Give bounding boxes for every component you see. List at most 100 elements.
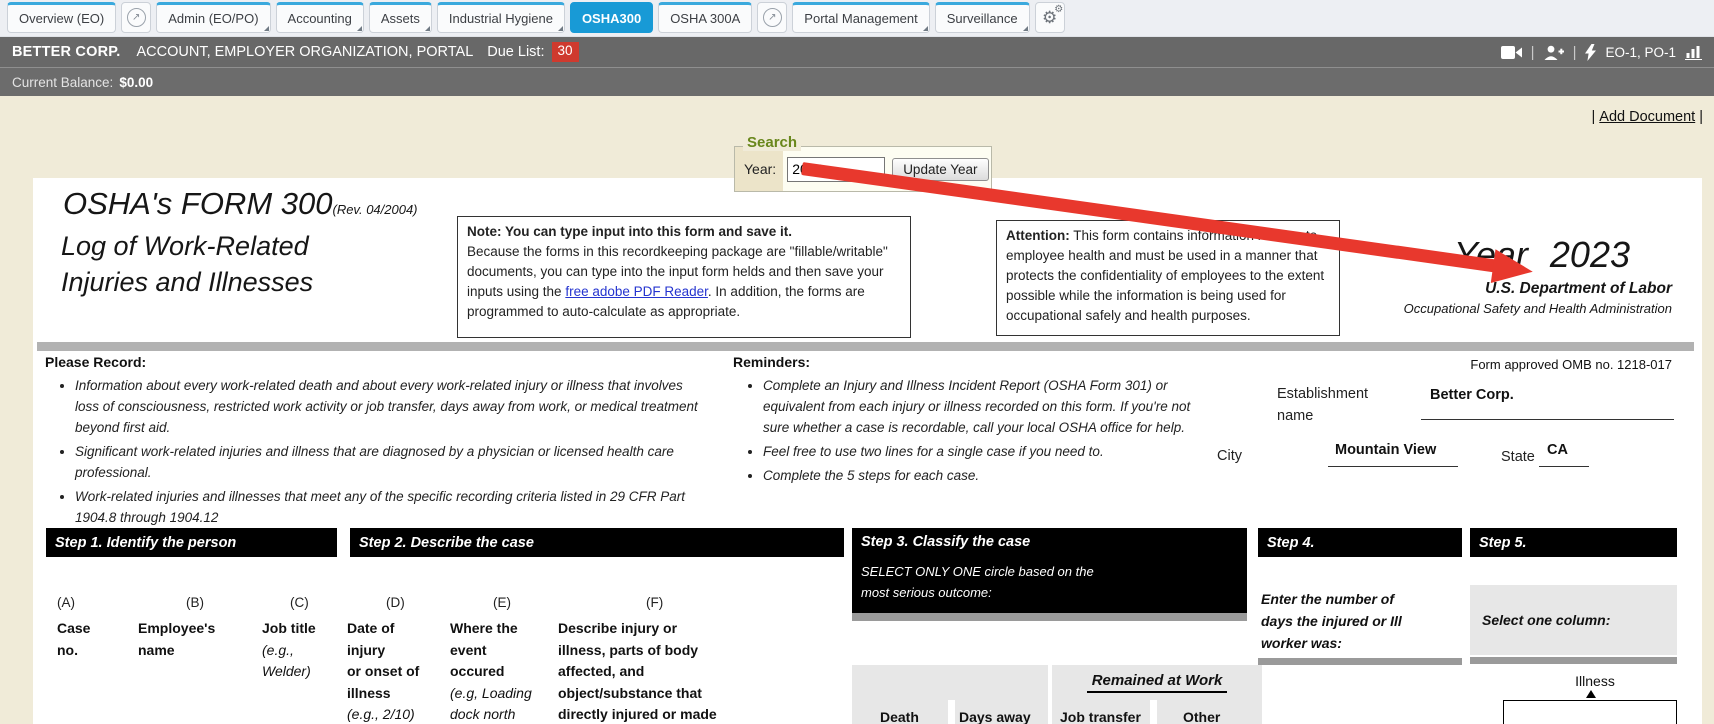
tab-label: Admin (EO/PO) bbox=[168, 11, 258, 26]
department-of-labor-text: U.S. Department of Labor bbox=[1252, 280, 1672, 298]
step1-header: Step 1. Identify the person bbox=[46, 528, 337, 557]
adobe-reader-link[interactable]: free adobe PDF Reader bbox=[565, 284, 708, 299]
reminders-section: Reminders: Complete an Injury and Illnes… bbox=[733, 354, 1205, 489]
please-record-section: Please Record: Information about every w… bbox=[45, 354, 707, 531]
establishment-name-underline bbox=[1421, 419, 1674, 420]
tab-assets[interactable]: Assets bbox=[369, 2, 432, 33]
list-item: Work-related injuries and illnesses that… bbox=[75, 486, 707, 528]
tab-overview-eo[interactable]: Overview (EO) bbox=[7, 2, 116, 33]
city-field[interactable]: Mountain View bbox=[1335, 442, 1436, 458]
section-divider-bar bbox=[37, 342, 1694, 351]
column-gap bbox=[948, 700, 955, 724]
gear-icon: ⚙⚙ bbox=[1042, 9, 1057, 26]
column-letter-b: (B) bbox=[186, 595, 204, 610]
classify-days-away-label: Days away bbox=[959, 709, 1031, 724]
city-label: City bbox=[1217, 448, 1242, 464]
tab-label: Industrial Hygiene bbox=[449, 11, 553, 26]
reminders-list: Complete an Injury and Illness Incident … bbox=[733, 375, 1205, 486]
year-field-label: Year: bbox=[735, 147, 783, 191]
add-person-icon[interactable] bbox=[1544, 45, 1564, 60]
overview-external-link-button[interactable]: ↗ bbox=[121, 2, 151, 33]
list-item: Complete the 5 steps for each case. bbox=[763, 465, 1205, 486]
form-subtitle: Log of Work-Related Injuries and Illness… bbox=[61, 228, 313, 300]
form-title: OSHA's FORM 300(Rev. 04/2004) bbox=[63, 186, 418, 222]
tab-accounting[interactable]: Accounting bbox=[276, 2, 364, 33]
external-link-icon: ↗ bbox=[763, 8, 782, 27]
illness-label: Illness bbox=[1535, 673, 1655, 689]
column-letter-f: (F) bbox=[646, 595, 663, 610]
column-date-of-injury: Date ofinjuryor onset ofillness(e.g., 2/… bbox=[347, 618, 419, 724]
note-body: Because the forms in this recordkeeping … bbox=[467, 242, 901, 322]
step3-header-box: Step 3. Classify the case SELECT ONLY ON… bbox=[852, 528, 1247, 613]
tab-osha-300a[interactable]: OSHA 300A bbox=[658, 2, 752, 33]
tab-osha300-active[interactable]: OSHA300 bbox=[570, 2, 653, 33]
column-letter-e: (E) bbox=[493, 595, 511, 610]
video-camera-icon[interactable] bbox=[1501, 46, 1522, 59]
step3-gray-band bbox=[852, 613, 1247, 621]
settings-button[interactable]: ⚙⚙ bbox=[1035, 2, 1065, 33]
column-job-title: Job title(e.g.,Welder) bbox=[262, 618, 316, 683]
lightning-bolt-icon[interactable] bbox=[1585, 44, 1596, 61]
add-document-link[interactable]: Add Document bbox=[1599, 109, 1695, 125]
column-where-event: Where theeventoccured(e.g, Loadingdock n… bbox=[450, 618, 532, 724]
column-describe-injury: Describe injury orillness, parts of body… bbox=[558, 618, 717, 724]
orgbar-toolbar: | | EO-1, PO-1 bbox=[1501, 44, 1702, 61]
list-item: Feel free to use two lines for a single … bbox=[763, 441, 1205, 462]
bar-chart-icon[interactable] bbox=[1685, 45, 1702, 60]
add-document-row: |Add Document| bbox=[1592, 109, 1703, 125]
please-record-heading: Please Record: bbox=[45, 354, 707, 370]
org-context: ACCOUNT, EMPLOYER ORGANIZATION, PORTAL bbox=[136, 44, 473, 60]
list-item: Complete an Injury and Illness Incident … bbox=[763, 375, 1205, 438]
attention-lead: Attention: bbox=[1006, 228, 1070, 243]
state-label: State bbox=[1501, 449, 1535, 465]
external-link-icon: ↗ bbox=[127, 8, 146, 27]
tab-label: OSHA300 bbox=[582, 11, 641, 26]
step4-header: Step 4. bbox=[1258, 528, 1462, 557]
classify-other-label: Other bbox=[1183, 709, 1220, 724]
classify-death-label: Death bbox=[880, 709, 919, 724]
company-name: BETTER CORP. bbox=[12, 44, 120, 60]
tab-industrial-hygiene[interactable]: Industrial Hygiene bbox=[437, 2, 565, 33]
state-field[interactable]: CA bbox=[1547, 442, 1568, 458]
triangle-up-icon bbox=[1586, 690, 1596, 698]
tab-admin-eo-po[interactable]: Admin (EO/PO) bbox=[156, 2, 270, 33]
due-list-count-badge[interactable]: 30 bbox=[552, 42, 579, 61]
tab-label: Portal Management bbox=[804, 11, 917, 26]
tab-label: Surveillance bbox=[947, 11, 1018, 26]
tab-surveillance[interactable]: Surveillance bbox=[935, 2, 1030, 33]
osha-administration-text: Occupational Safety and Health Administr… bbox=[1252, 301, 1672, 316]
establishment-name-label: Establishment name bbox=[1277, 383, 1368, 427]
reminders-heading: Reminders: bbox=[733, 354, 1205, 370]
remained-at-work-heading: Remained at Work bbox=[1052, 672, 1262, 693]
step5-gray-band bbox=[1470, 657, 1677, 664]
step2-header: Step 2. Describe the case bbox=[350, 528, 844, 557]
organization-bar: BETTER CORP. ACCOUNT, EMPLOYER ORGANIZAT… bbox=[0, 37, 1714, 67]
column-letter-c: (C) bbox=[290, 595, 309, 610]
please-record-list: Information about every work-related dea… bbox=[45, 375, 707, 528]
column-letter-d: (D) bbox=[386, 595, 405, 610]
pipe-separator: | bbox=[1699, 109, 1703, 125]
osha300a-external-link-button[interactable]: ↗ bbox=[757, 2, 787, 33]
step4-gray-band bbox=[1258, 658, 1462, 665]
column-case-no: Caseno. bbox=[57, 618, 90, 661]
entity-id-text: EO-1, PO-1 bbox=[1605, 45, 1676, 60]
step3-instruction: SELECT ONLY ONE circle based on the most… bbox=[861, 561, 1247, 603]
form-year-value: 2023 bbox=[1550, 234, 1630, 275]
note-box: Note: You can type input into this form … bbox=[457, 216, 911, 338]
tab-label: OSHA 300A bbox=[670, 11, 740, 26]
toolbar-divider: | bbox=[1573, 44, 1577, 61]
step5-instruction-box: Select one column: bbox=[1470, 585, 1677, 655]
step3-header: Step 3. Classify the case bbox=[861, 534, 1247, 550]
illness-column-box bbox=[1503, 700, 1677, 724]
balance-label: Current Balance: bbox=[12, 75, 113, 90]
due-list-label: Due List: bbox=[487, 44, 544, 60]
balance-bar: Current Balance: $0.00 bbox=[0, 67, 1714, 96]
city-underline bbox=[1328, 466, 1458, 467]
establishment-name-field[interactable]: Better Corp. bbox=[1430, 387, 1514, 403]
search-panel-legend: Search bbox=[743, 134, 801, 151]
state-underline bbox=[1539, 466, 1589, 467]
step4-instruction: Enter the number of days the injured or … bbox=[1261, 588, 1466, 654]
list-item: Information about every work-related dea… bbox=[75, 375, 707, 438]
list-item: Significant work-related injuries and il… bbox=[75, 441, 707, 483]
tab-portal-management[interactable]: Portal Management bbox=[792, 2, 929, 33]
